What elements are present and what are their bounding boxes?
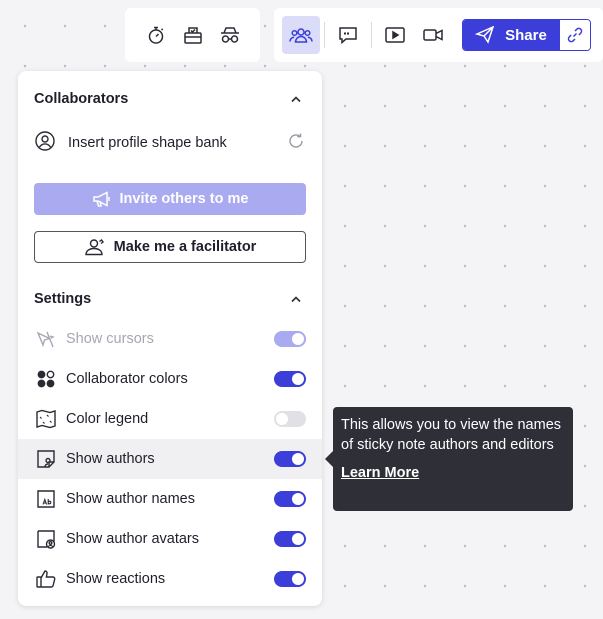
setting-label: Collaborator colors <box>66 371 188 387</box>
facilitator-icon <box>84 239 104 256</box>
share-button-group: Share <box>462 19 591 51</box>
settings-title: Settings <box>34 291 92 307</box>
show-author-names-toggle[interactable] <box>274 491 306 507</box>
invite-others-label: Invite others to me <box>119 191 249 207</box>
toolbar-divider <box>371 22 372 48</box>
send-icon <box>475 26 495 44</box>
tooltip-text: This allows you to view the names of sti… <box>341 417 562 453</box>
color-legend-toggle[interactable] <box>274 411 306 427</box>
timer-icon[interactable] <box>137 16 174 54</box>
sticky-author-icon <box>34 447 58 471</box>
setting-label: Show cursors <box>66 331 154 347</box>
collaborators-header: Collaborators <box>34 87 306 111</box>
link-icon[interactable] <box>559 20 590 50</box>
show-authors-toggle[interactable] <box>274 451 306 467</box>
toolbar-divider <box>324 22 325 48</box>
tools-toolbar <box>125 8 260 62</box>
setting-row-show-authors[interactable]: Show authors <box>18 439 322 479</box>
comment-icon[interactable] <box>329 16 367 54</box>
setting-label: Show author avatars <box>66 531 199 547</box>
collaboration-toolbar: Share <box>274 8 603 62</box>
megaphone-icon <box>92 191 110 207</box>
cursors-off-icon <box>34 327 58 351</box>
show-author-avatars-toggle[interactable] <box>274 531 306 547</box>
setting-row-show-cursors: Show cursors <box>18 319 322 359</box>
share-label: Share <box>505 26 547 44</box>
map-legend-icon <box>34 407 58 431</box>
collaborator-colors-toggle[interactable] <box>274 371 306 387</box>
show-cursors-toggle <box>274 331 306 347</box>
presentation-icon[interactable] <box>376 16 414 54</box>
collaborators-icon[interactable] <box>282 16 320 54</box>
refresh-icon[interactable] <box>286 131 306 155</box>
sticky-avatar-icon <box>34 527 58 551</box>
chevron-up-icon[interactable] <box>286 89 306 109</box>
sticky-name-icon <box>34 487 58 511</box>
setting-row-show-author-avatars[interactable]: Show author avatars <box>18 519 322 559</box>
make-facilitator-button[interactable]: Make me a facilitator <box>34 231 306 263</box>
collaborators-title: Collaborators <box>34 91 129 107</box>
setting-label: Show reactions <box>66 571 166 587</box>
setting-row-collaborator-colors[interactable]: Collaborator colors <box>18 359 322 399</box>
private-mode-icon[interactable] <box>211 16 248 54</box>
video-icon[interactable] <box>414 16 452 54</box>
setting-label: Show authors <box>66 451 155 467</box>
share-button[interactable]: Share <box>463 20 559 50</box>
profile-shape-bank-label: Insert profile shape bank <box>68 135 227 151</box>
invite-others-button[interactable]: Invite others to me <box>34 183 306 215</box>
show-authors-tooltip: This allows you to view the names of sti… <box>325 407 573 511</box>
show-reactions-toggle[interactable] <box>274 571 306 587</box>
setting-label: Color legend <box>66 411 149 427</box>
thumbs-up-icon <box>34 567 58 591</box>
setting-row-show-reactions[interactable]: Show reactions <box>18 559 322 599</box>
settings-header: Settings <box>34 287 306 311</box>
chevron-up-icon[interactable] <box>286 289 306 309</box>
voting-icon[interactable] <box>174 16 211 54</box>
make-facilitator-label: Make me a facilitator <box>113 239 257 255</box>
setting-label: Show author names <box>66 491 195 507</box>
learn-more-link[interactable]: Learn More <box>341 463 419 483</box>
setting-row-color-legend[interactable]: Color legend <box>18 399 322 439</box>
setting-row-show-author-names[interactable]: Show author names <box>18 479 322 519</box>
color-dots-icon <box>34 367 58 391</box>
user-circle-icon <box>34 130 56 156</box>
profile-shape-bank-row[interactable]: Insert profile shape bank <box>34 131 306 155</box>
collaborators-panel: Collaborators Insert profile shape bank … <box>18 71 322 606</box>
